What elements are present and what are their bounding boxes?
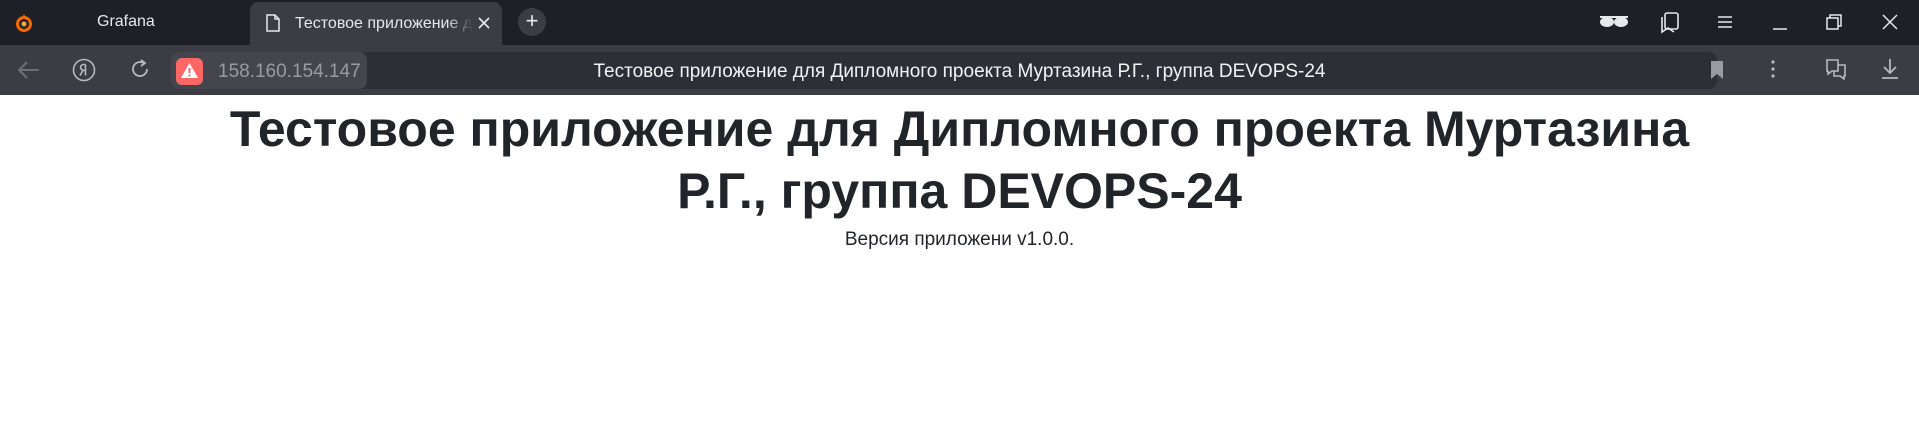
collections-icon[interactable] xyxy=(1660,12,1680,34)
tab-label: Тестовое приложение для Дипломного проек… xyxy=(295,15,473,32)
security-warning-icon[interactable] xyxy=(176,58,203,85)
page-heading: Тестовое приложение для Дипломного проек… xyxy=(229,101,1690,219)
downloads-icon[interactable] xyxy=(1881,58,1899,80)
tab-grafana[interactable]: Grafana xyxy=(0,0,250,45)
restore-icon[interactable] xyxy=(1826,14,1842,30)
address-bar[interactable] xyxy=(171,52,1717,89)
yandex-logo-icon[interactable] xyxy=(72,58,96,82)
tab-active[interactable]: Тестовое приложение для Дипломного проек… xyxy=(250,2,502,45)
tab-bar: Grafana Тестовое приложение для Дипломно… xyxy=(0,0,1919,45)
close-tab-icon[interactable] xyxy=(476,15,492,31)
menu-icon[interactable] xyxy=(1717,15,1733,29)
app-version-text: Версия приложени v1.0.0. xyxy=(844,229,1075,250)
close-window-icon[interactable] xyxy=(1882,14,1898,30)
document-icon xyxy=(266,14,280,32)
grafana-logo-icon xyxy=(13,12,35,34)
page-translate-icon[interactable] xyxy=(1824,58,1848,80)
bookmark-icon[interactable] xyxy=(1710,60,1724,80)
new-tab-button[interactable]: + xyxy=(518,8,546,36)
more-vertical-icon[interactable] xyxy=(1770,59,1776,79)
minimize-icon[interactable] xyxy=(1772,20,1788,30)
address-host[interactable]: 158.160.154.147 xyxy=(218,61,361,83)
back-arrow-icon[interactable] xyxy=(18,60,40,80)
tab-label: Grafana xyxy=(97,13,155,30)
incognito-glasses-icon[interactable] xyxy=(1599,14,1629,30)
reload-icon[interactable] xyxy=(129,58,151,80)
